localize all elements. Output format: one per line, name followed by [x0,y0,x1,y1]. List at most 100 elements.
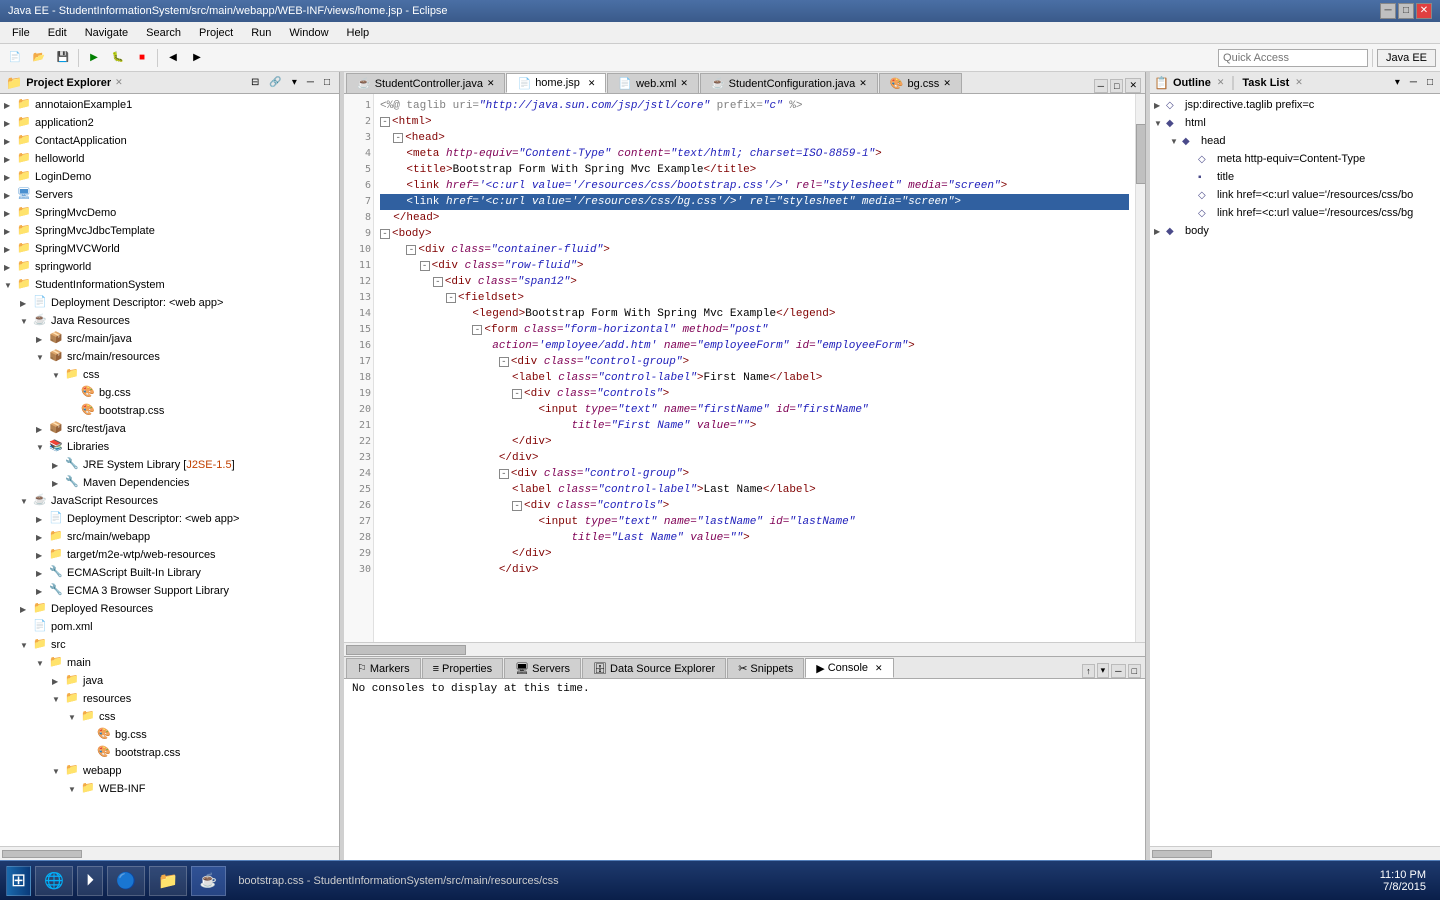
tree-arrow[interactable]: ▶ [4,155,16,164]
tree-arrow[interactable]: ▼ [68,785,80,794]
outline-item[interactable]: ◇meta http-equiv=Content-Type [1150,150,1440,168]
code-line[interactable]: -<head> [380,130,1129,146]
tree-arrow[interactable]: ▶ [4,227,16,236]
tree-item[interactable]: 🎨bootstrap.css [0,744,339,762]
bottom-tab-ctrl-0[interactable]: ↑ [1082,664,1095,678]
tree-item[interactable]: ▶🔧ECMAScript Built-In Library [0,564,339,582]
tree-arrow[interactable]: ▶ [20,605,32,614]
tree-arrow[interactable]: ▶ [36,515,48,524]
tree-item[interactable]: ▼📁resources [0,690,339,708]
maximize-panel-button[interactable]: □ [321,76,333,89]
outline-scrollbar[interactable] [1150,846,1440,860]
code-line[interactable]: -<div class="controls"> [380,498,1129,514]
tree-item[interactable]: ▼📚Libraries [0,438,339,456]
debug-button[interactable]: 🐛 [107,47,129,69]
tree-arrow[interactable]: ▼ [20,497,32,506]
menu-project[interactable]: Project [191,25,241,41]
outline-item[interactable]: ▼◆html [1150,114,1440,132]
tree-item[interactable]: ▶📁annotaionExample1 [0,96,339,114]
tree-item[interactable]: 🎨bg.css [0,384,339,402]
tree-item[interactable]: 📄pom.xml [0,618,339,636]
link-editor-button[interactable]: 🔗 [266,76,284,89]
tree-item[interactable]: ▼📁css [0,708,339,726]
code-content[interactable]: <%@ taglib uri="http://java.sun.com/jsp/… [374,94,1135,642]
chrome-button[interactable]: 🔵 [107,866,145,896]
bottom-tab-snippets[interactable]: ✂ Snippets [727,658,804,678]
code-line[interactable]: -<div class="controls"> [380,386,1129,402]
close-editor-btn[interactable]: ✕ [1125,78,1141,93]
window-controls[interactable]: ─ □ ✕ [1380,3,1432,19]
menu-navigate[interactable]: Navigate [77,25,136,41]
tree-item[interactable]: ▶📁LoginDemo [0,168,339,186]
tree-item[interactable]: ▼📁StudentInformationSystem [0,276,339,294]
tree-item[interactable]: ▶📄Deployment Descriptor: <web app> [0,294,339,312]
minimize-button[interactable]: ─ [1380,3,1396,19]
code-line[interactable]: <input type="text" name="firstName" id="… [380,402,1129,418]
tree-arrow[interactable]: ▶ [4,209,16,218]
outline-item[interactable]: ▶◆body [1150,222,1440,240]
tree-item[interactable]: 🎨bootstrap.css [0,402,339,420]
tree-item[interactable]: ▶📁SpringMVCWorld [0,240,339,258]
code-line[interactable]: -<div class="control-group"> [380,354,1129,370]
explorer-button[interactable]: 📁 [149,866,187,896]
tab-close-button[interactable]: ✕ [859,78,867,89]
outline-menu-button[interactable]: ▾ [1392,76,1403,89]
tree-item[interactable]: ▼📁css [0,366,339,384]
minimize-editor-btn[interactable]: ─ [1094,79,1108,93]
tree-arrow[interactable]: ▶ [4,191,16,200]
tree-item[interactable]: ▶📁target/m2e-wtp/web-resources [0,546,339,564]
menu-help[interactable]: Help [339,25,378,41]
ie-button[interactable]: 🌐 [35,866,73,896]
tree-item[interactable]: ▶📁SpringMvcJdbcTemplate [0,222,339,240]
quick-access-input[interactable] [1218,49,1368,67]
tab-close-button[interactable]: ✕ [487,78,495,89]
code-line[interactable]: </div> [380,434,1129,450]
outline-min-button[interactable]: ─ [1407,76,1420,89]
maximize-button[interactable]: □ [1398,3,1414,19]
outline-max-button[interactable]: □ [1424,76,1436,89]
tree-item[interactable]: ▶📁Deployed Resources [0,600,339,618]
tree-item[interactable]: ▶📁SpringMvcDemo [0,204,339,222]
tree-arrow[interactable]: ▶ [4,119,16,128]
editor-tab-StudentConfiguration-java[interactable]: ☕ StudentConfiguration.java✕ [700,73,878,93]
tab-close-button[interactable]: ✕ [943,78,951,89]
close-button[interactable]: ✕ [1416,3,1432,19]
bottom-tab-servers[interactable]: 🖥 Servers [504,658,581,678]
menu-window[interactable]: Window [281,25,336,41]
back-button[interactable]: ◀ [162,47,184,69]
tree-arrow[interactable]: ▶ [36,569,48,578]
perspective-button[interactable]: Java EE [1377,49,1436,67]
forward-button[interactable]: ▶ [186,47,208,69]
code-line[interactable]: -<form class="form-horizontal" method="p… [380,322,1129,338]
tree-arrow[interactable]: ▶ [4,173,16,182]
tree-arrow[interactable]: ▼ [20,317,32,326]
editor-tab-web-xml[interactable]: 📄 web.xml✕ [607,73,699,93]
bottom-tab-console[interactable]: ▶ Console✕ [805,658,893,678]
tree-arrow[interactable]: ▼ [4,281,16,290]
minimize-panel-button[interactable]: ─ [304,76,317,89]
outline-item[interactable]: ◇link href=<c:url value='/resources/css/… [1150,204,1440,222]
tree-arrow[interactable]: ▶ [4,245,16,254]
tab-close-button[interactable]: ✕ [588,78,596,89]
code-line[interactable]: -<body> [380,226,1129,242]
editor-tab-controls[interactable]: ─□✕ [1094,78,1145,93]
editor-tab-home-jsp[interactable]: 📄 home.jsp✕ [506,73,606,93]
tree-arrow[interactable]: ▼ [36,353,48,362]
tree-item[interactable]: ▼☕Java Resources [0,312,339,330]
tree-item[interactable]: ▶🖥Servers [0,186,339,204]
tree-item[interactable]: ▶🔧ECMA 3 Browser Support Library [0,582,339,600]
tree-arrow[interactable]: ▼ [52,695,64,704]
tree-arrow[interactable]: ▼ [68,713,80,722]
code-line[interactable]: -<div class="row-fluid"> [380,258,1129,274]
tree-arrow[interactable]: ▶ [36,551,48,560]
tree-item[interactable]: ▼📁WEB-INF [0,780,339,798]
tree-item[interactable]: ▼📁main [0,654,339,672]
outline-arrow[interactable]: ▶ [1154,101,1166,110]
tree-item[interactable]: ▶📄Deployment Descriptor: <web app> [0,510,339,528]
tree-arrow[interactable]: ▶ [36,533,48,542]
code-line[interactable]: -<div class="container-fluid"> [380,242,1129,258]
bottom-tab-close-button[interactable]: ✕ [875,663,883,674]
tree-arrow[interactable]: ▶ [36,425,48,434]
tab-close-button[interactable]: ✕ [680,78,688,89]
maximize-editor-btn[interactable]: □ [1110,79,1123,93]
